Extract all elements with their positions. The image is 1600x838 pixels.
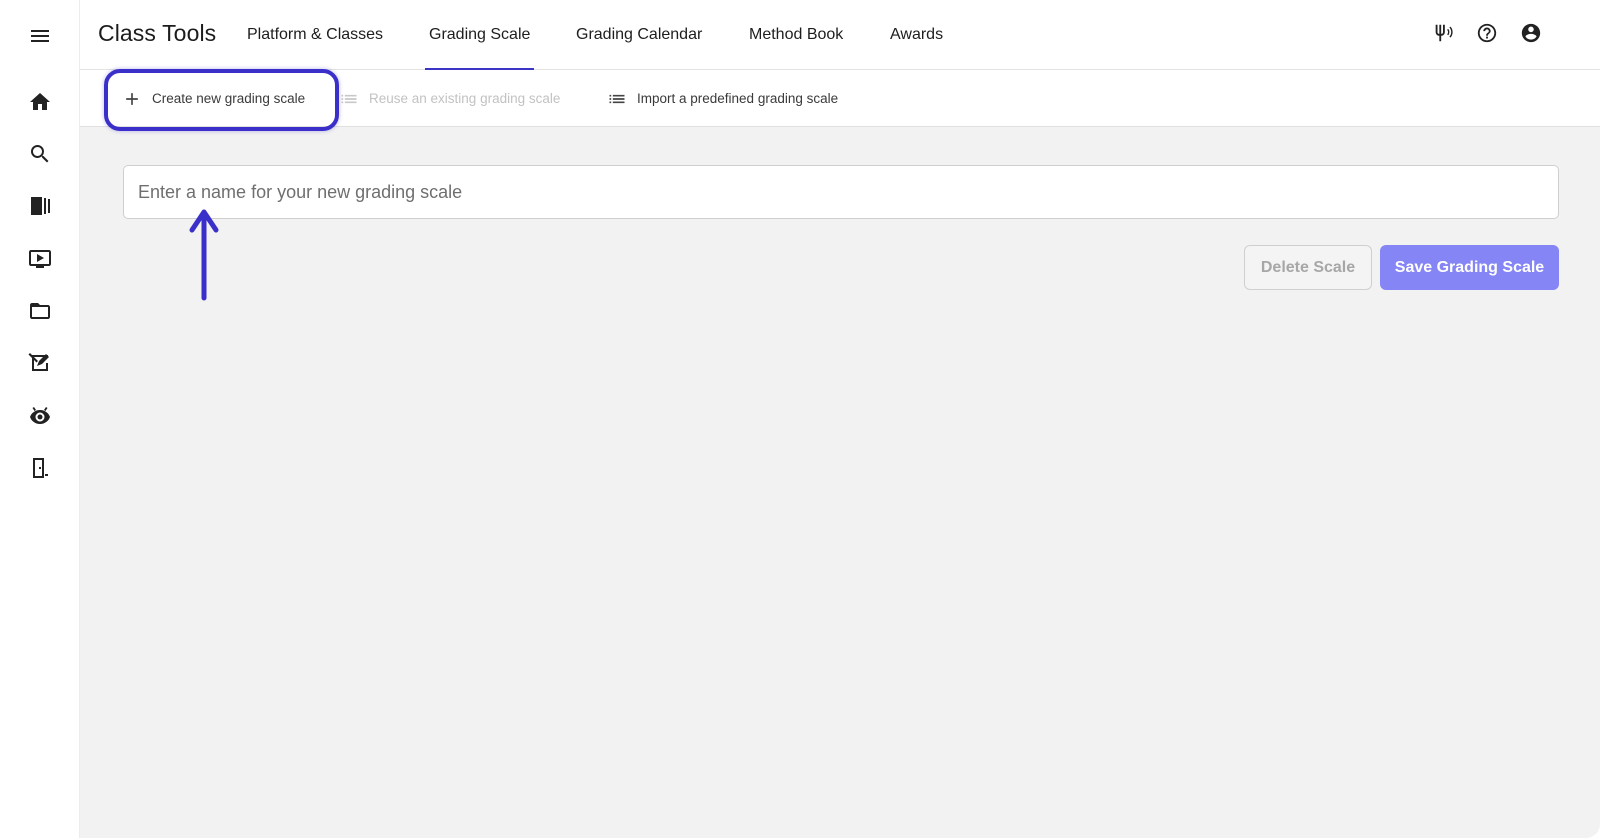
sidebar-item-home[interactable] — [20, 84, 60, 124]
sidebar-item-assignments[interactable] — [20, 345, 60, 385]
account-button[interactable] — [1519, 23, 1543, 47]
grading-scale-name-input[interactable] — [123, 165, 1559, 219]
tab-awards[interactable]: Awards — [886, 0, 947, 70]
listen-icon — [28, 404, 52, 433]
tab-method-book[interactable]: Method Book — [745, 0, 847, 70]
delete-scale-button[interactable]: Delete Scale — [1244, 245, 1372, 290]
sidebar-item-video[interactable] — [20, 241, 60, 281]
app-title: Class Tools — [98, 20, 217, 46]
create-new-grading-scale-button[interactable]: Create new grading scale — [122, 70, 305, 127]
app-window: Class Tools Platform & Classes Grading S… — [0, 0, 1600, 838]
menu-button[interactable] — [20, 18, 60, 58]
assignment-icon — [28, 351, 52, 380]
grading-scale-editor: Delete Scale Save Grading Scale — [80, 127, 1600, 838]
create-new-grading-scale-label: Create new grading scale — [152, 91, 306, 106]
reuse-existing-grading-scale-label: Reuse an existing grading scale — [369, 91, 561, 106]
sidebar-item-library[interactable] — [20, 188, 60, 228]
sidebar-item-folder[interactable] — [20, 293, 60, 333]
menu-icon — [28, 24, 52, 53]
tuning-fork-button[interactable] — [1431, 23, 1455, 47]
plus-icon — [122, 89, 142, 109]
sidebar-item-exit[interactable] — [20, 450, 60, 490]
tab-platform-classes[interactable]: Platform & Classes — [243, 0, 387, 70]
top-navigation-bar: Class Tools Platform & Classes Grading S… — [80, 0, 1600, 70]
help-button[interactable] — [1475, 23, 1499, 47]
list-icon — [339, 89, 359, 109]
import-predefined-grading-scale-label: Import a predefined grading scale — [637, 91, 839, 106]
folder-icon — [28, 299, 52, 328]
sidebar-item-search[interactable] — [20, 136, 60, 176]
list-icon — [607, 89, 627, 109]
home-icon — [28, 90, 52, 119]
sidebar-item-listen[interactable] — [20, 398, 60, 438]
exit-icon — [28, 456, 52, 485]
reuse-existing-grading-scale-button: Reuse an existing grading scale — [339, 70, 560, 127]
help-icon — [1476, 22, 1498, 49]
tab-grading-calendar[interactable]: Grading Calendar — [572, 0, 706, 70]
grading-scale-toolbar: Create new grading scale Reuse an existi… — [80, 70, 1600, 127]
tuning-fork-icon — [1432, 22, 1454, 49]
search-icon — [28, 142, 52, 171]
tab-grading-scale[interactable]: Grading Scale — [425, 0, 535, 70]
library-icon — [28, 194, 52, 223]
import-predefined-grading-scale-button[interactable]: Import a predefined grading scale — [607, 70, 838, 127]
sidebar — [0, 0, 80, 838]
save-grading-scale-button[interactable]: Save Grading Scale — [1380, 245, 1559, 290]
video-icon — [28, 247, 52, 276]
account-icon — [1520, 22, 1542, 49]
